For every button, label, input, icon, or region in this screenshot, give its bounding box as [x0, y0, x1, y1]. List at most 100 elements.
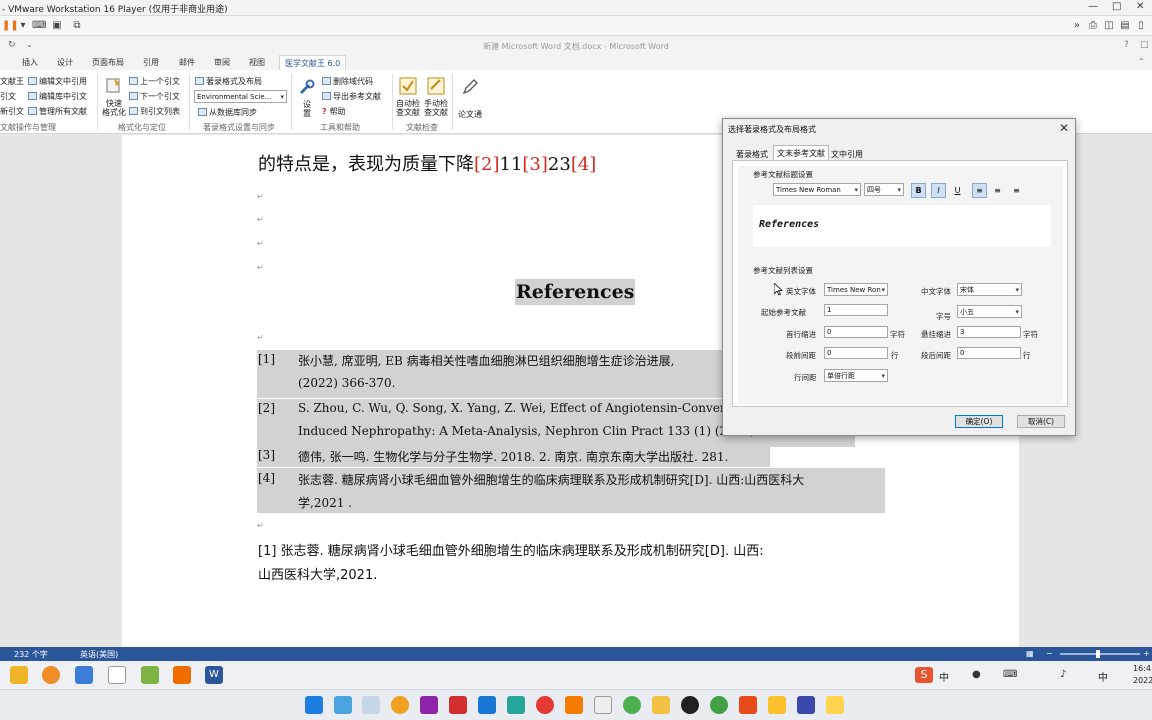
- auto-check-button[interactable]: 自动检 查文献: [396, 99, 420, 117]
- manual-check-button[interactable]: 手动检 查文献: [424, 99, 448, 117]
- start-num-input[interactable]: 1: [824, 304, 888, 316]
- app-icon[interactable]: [362, 696, 380, 714]
- app-icon[interactable]: [565, 696, 583, 714]
- settings-button[interactable]: 设 置: [303, 100, 311, 118]
- close-icon[interactable]: ✕: [1059, 121, 1069, 135]
- zoom-thumb[interactable]: [1096, 650, 1100, 658]
- sogou-ime-icon[interactable]: S: [915, 667, 933, 683]
- send-keys-icon[interactable]: ⌨: [32, 19, 46, 32]
- cn-font-select[interactable]: 宋体 ▾: [957, 283, 1022, 296]
- export-references-button[interactable]: 导出参考文献: [322, 91, 381, 102]
- line-spacing-select[interactable]: 单倍行距 ▾: [824, 369, 888, 382]
- ribbon-item[interactable]: 文献王: [0, 76, 24, 87]
- citation-marker[interactable]: [4]: [571, 154, 597, 175]
- app-icon[interactable]: [594, 696, 612, 714]
- sync-db-button[interactable]: 从数据库同步: [198, 107, 257, 118]
- heading-font-select[interactable]: Times New Roman ▾: [773, 183, 861, 196]
- chrome-icon[interactable]: [623, 696, 641, 714]
- file-explorer-icon[interactable]: [652, 696, 670, 714]
- maximize-icon[interactable]: □: [1112, 1, 1121, 12]
- app-icon[interactable]: [507, 696, 525, 714]
- restore-icon[interactable]: □: [1140, 40, 1149, 50]
- space-before-input[interactable]: 0: [824, 347, 888, 359]
- citation-marker[interactable]: [3]: [522, 154, 548, 175]
- printer-icon[interactable]: ⎙: [1086, 19, 1100, 32]
- app-icon[interactable]: [173, 666, 191, 684]
- cancel-button[interactable]: 取消(C): [1017, 415, 1065, 428]
- window-icon[interactable]: [75, 666, 93, 684]
- browser-icon[interactable]: [42, 666, 60, 684]
- help-icon[interactable]: ?: [1124, 40, 1129, 50]
- app-icon[interactable]: [797, 696, 815, 714]
- help-button[interactable]: ? 帮助: [322, 106, 346, 117]
- qq-icon[interactable]: [681, 696, 699, 714]
- app-icon[interactable]: [420, 696, 438, 714]
- notepad-icon[interactable]: [108, 666, 126, 684]
- start-icon[interactable]: [305, 696, 323, 714]
- ribbon-item[interactable]: 新引文: [0, 106, 24, 117]
- align-center-icon[interactable]: ≡: [990, 183, 1005, 198]
- hanging-indent-input[interactable]: 3: [957, 326, 1021, 338]
- quick-format-button[interactable]: 快速 格式化: [102, 99, 126, 117]
- underline-button[interactable]: U: [950, 183, 965, 198]
- app-icon[interactable]: [478, 696, 496, 714]
- app-icon[interactable]: [536, 696, 554, 714]
- wechat-icon[interactable]: [710, 696, 728, 714]
- ime-indicator[interactable]: 中: [1098, 669, 1108, 684]
- app-icon[interactable]: [826, 696, 844, 714]
- edit-citation-button[interactable]: 编辑文中引用: [28, 76, 87, 87]
- prev-citation-button[interactable]: 上一个引文: [129, 76, 180, 87]
- essay-button[interactable]: 论文通: [458, 109, 482, 120]
- tab-insert[interactable]: 插入: [22, 57, 38, 68]
- tab-medical-literature[interactable]: 医学文献王 6.0: [279, 55, 347, 70]
- edit-library-citation-button[interactable]: 编辑库中引文: [28, 91, 87, 102]
- remove-field-codes-button[interactable]: 删除域代码: [322, 76, 373, 87]
- goto-list-button[interactable]: 到引文列表: [129, 106, 180, 117]
- pause-icon[interactable]: ❚❚: [2, 19, 19, 32]
- first-indent-input[interactable]: 0: [824, 326, 888, 338]
- zoom-slider[interactable]: [1060, 653, 1140, 655]
- tab-references[interactable]: 引用: [143, 57, 159, 68]
- keyboard-icon[interactable]: ⌨: [1003, 669, 1017, 680]
- forward-icon[interactable]: »: [1070, 19, 1084, 32]
- size-select[interactable]: 小五 ▾: [957, 305, 1022, 318]
- align-right-icon[interactable]: ≡: [1009, 183, 1024, 198]
- app-icon[interactable]: [768, 696, 786, 714]
- align-left-icon[interactable]: ≡: [972, 183, 987, 198]
- en-font-select[interactable]: Times New Ron ▾: [824, 283, 888, 296]
- ime-mode[interactable]: 中: [939, 669, 949, 684]
- close-icon[interactable]: ✕: [1136, 1, 1144, 12]
- italic-button[interactable]: I: [931, 183, 946, 198]
- tab-mailings[interactable]: 邮件: [179, 57, 195, 68]
- style-select[interactable]: Environmental Scie... ▾: [194, 90, 287, 103]
- network-icon[interactable]: ▤: [1118, 19, 1132, 32]
- dropdown-icon[interactable]: ▾: [16, 19, 30, 32]
- fullscreen-icon[interactable]: ▣: [50, 19, 64, 32]
- tab-design[interactable]: 设计: [57, 57, 73, 68]
- unity-icon[interactable]: ⧉: [70, 19, 84, 32]
- search-icon[interactable]: [391, 696, 409, 714]
- zoom-in-icon[interactable]: +: [1143, 649, 1150, 658]
- word-count[interactable]: 232 个字: [14, 649, 48, 660]
- app-icon[interactable]: [334, 696, 352, 714]
- ribbon-item[interactable]: 引文: [0, 91, 16, 102]
- app-icon[interactable]: [449, 696, 467, 714]
- app-icon[interactable]: [141, 666, 159, 684]
- view-layout-icon[interactable]: ▦: [1026, 649, 1034, 658]
- next-citation-button[interactable]: 下一个引文: [129, 91, 180, 102]
- manage-all-button[interactable]: 管理所有文献: [28, 106, 87, 117]
- minimize-icon[interactable]: —: [1088, 1, 1098, 12]
- tab-end-references[interactable]: 文末参考文献: [773, 145, 829, 161]
- folder-icon[interactable]: [10, 666, 28, 684]
- clock-time[interactable]: 16:4: [1133, 664, 1151, 673]
- word-icon[interactable]: W: [205, 666, 223, 684]
- space-after-input[interactable]: 0: [957, 347, 1021, 359]
- style-layout-button[interactable]: 著录格式及布局: [195, 76, 262, 87]
- ok-button[interactable]: 确定(O): [955, 415, 1003, 428]
- app-icon[interactable]: [739, 696, 757, 714]
- zoom-out-icon[interactable]: −: [1046, 649, 1053, 658]
- language-indicator[interactable]: 英语(美国): [80, 649, 118, 660]
- heading-size-select[interactable]: 四号 ▾: [864, 183, 904, 196]
- citation-marker[interactable]: [2]: [474, 154, 500, 175]
- disk-icon[interactable]: ◫: [1102, 19, 1116, 32]
